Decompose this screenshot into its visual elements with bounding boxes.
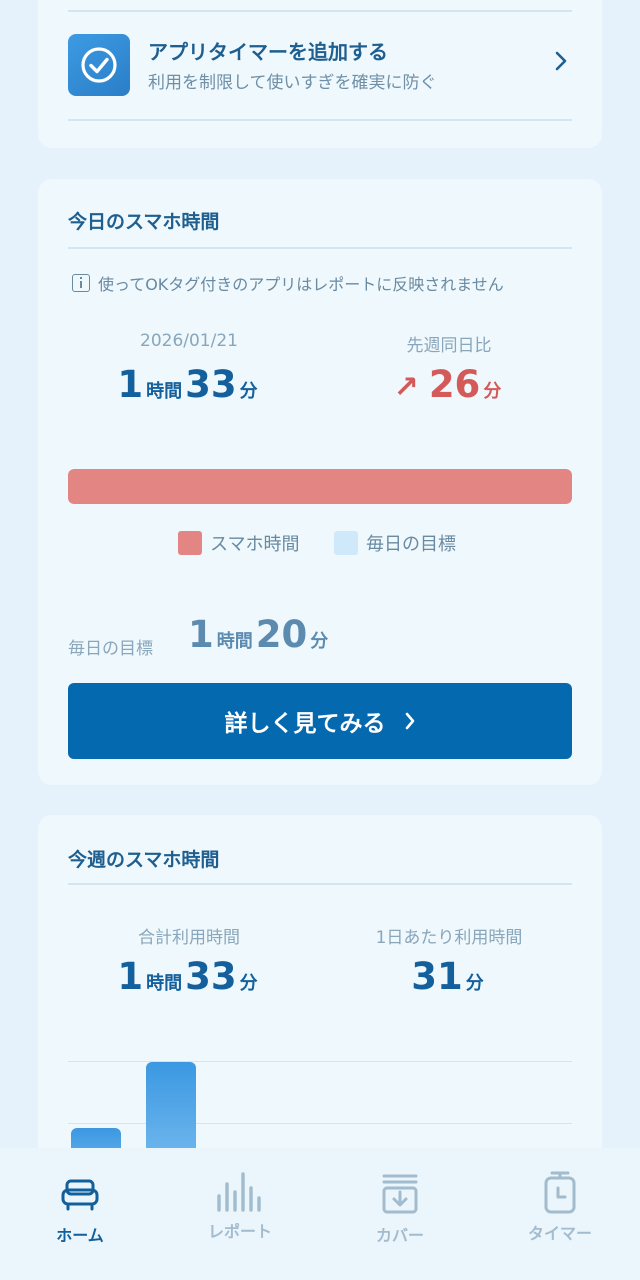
bar-chart-icon (217, 1172, 261, 1212)
today-date: 2026/01/21 (140, 331, 238, 351)
today-hours: 1 (117, 363, 144, 406)
minute-unit: 分 (310, 631, 329, 652)
see-details-button[interactable]: 詳しく見てみる (68, 683, 572, 759)
see-details-label: 詳しく見てみる (224, 711, 386, 737)
check-badge-icon (68, 34, 130, 96)
divider (68, 883, 572, 885)
tab-cover[interactable]: カバー (320, 1148, 480, 1280)
legend-usage-swatch (178, 531, 202, 555)
tab-timer-label: タイマー (527, 1224, 592, 1243)
tab-report-label: レポート (207, 1222, 272, 1241)
week-total-value: 1 時間33 分 (64, 955, 314, 998)
daily-goal-value: 1 時間20 分 (188, 613, 331, 656)
week-total-minutes: 33 (185, 955, 237, 998)
minute-unit: 分 (465, 973, 484, 994)
compare-value: ↗ 26 分 (324, 363, 574, 406)
week-average-label: 1日あたり利用時間 (375, 928, 523, 948)
hour-unit: 時間 (146, 381, 183, 402)
minute-unit: 分 (239, 381, 258, 402)
divider (68, 247, 572, 249)
week-total-label: 合計利用時間 (138, 928, 240, 948)
week-average-minutes: 31 (411, 955, 463, 998)
chart-gridline (68, 1061, 572, 1062)
exclusion-notice: 使ってOKタグ付きのアプリはレポートに反映されません (72, 271, 504, 295)
divider (68, 119, 572, 121)
compare-minutes: 26 (428, 363, 481, 406)
chart-gridline (68, 1123, 572, 1124)
tab-home[interactable]: ホーム (0, 1148, 160, 1280)
compare-label: 先週同日比 (406, 336, 492, 356)
legend-goal: 毎日の目標 (334, 530, 456, 556)
goal-minutes: 20 (255, 613, 308, 656)
app-timer-card[interactable]: アプリタイマーを追加する 利用を制限して使いすぎを確実に防ぐ (38, 0, 602, 148)
usage-bar-fill (68, 469, 572, 504)
week-total-hours: 1 (117, 955, 144, 998)
hour-unit: 時間 (146, 973, 183, 994)
sofa-icon (61, 1179, 99, 1211)
tab-cover-label: カバー (375, 1226, 424, 1245)
arrow-up-right-icon: ↗ (393, 370, 419, 405)
info-icon (72, 274, 90, 292)
today-card-title: 今日のスマホ時間 (68, 211, 220, 233)
exclusion-notice-text: 使ってOKタグ付きのアプリはレポートに反映されません (98, 275, 504, 294)
today-minutes: 33 (185, 363, 237, 406)
bottom-tab-bar: ホーム レポート カバー タイマー (0, 1148, 640, 1280)
cover-tray-icon (382, 1174, 418, 1214)
week-card-title: 今週のスマホ時間 (68, 849, 220, 871)
legend-usage-label: スマホ時間 (210, 534, 300, 555)
week-average-value: 31 分 (324, 955, 574, 998)
minute-unit: 分 (239, 973, 258, 994)
usage-vs-goal-bar (68, 469, 572, 504)
tab-report[interactable]: レポート (160, 1148, 320, 1280)
legend-goal-label: 毎日の目標 (366, 534, 456, 555)
divider (68, 10, 572, 12)
hour-unit: 時間 (216, 631, 253, 652)
tab-home-label: ホーム (56, 1226, 104, 1245)
goal-hours: 1 (188, 613, 214, 656)
chevron-right-icon (554, 50, 568, 76)
daily-goal-label: 毎日の目標 (68, 639, 153, 659)
legend-usage: スマホ時間 (178, 530, 299, 556)
tab-timer[interactable]: タイマー (480, 1148, 640, 1280)
minute-unit: 分 (483, 381, 502, 402)
add-app-timer-title: アプリタイマーを追加する (148, 40, 388, 64)
chevron-right-icon (405, 712, 414, 730)
today-screen-time-card: 今日のスマホ時間 使ってOKタグ付きのアプリはレポートに反映されません 2026… (38, 179, 602, 785)
legend-goal-swatch (334, 531, 358, 555)
today-usage-value: 1 時間33 分 (64, 363, 314, 406)
add-app-timer-subtitle: 利用を制限して使いすぎを確実に防ぐ (148, 73, 437, 93)
timer-icon (544, 1171, 576, 1214)
